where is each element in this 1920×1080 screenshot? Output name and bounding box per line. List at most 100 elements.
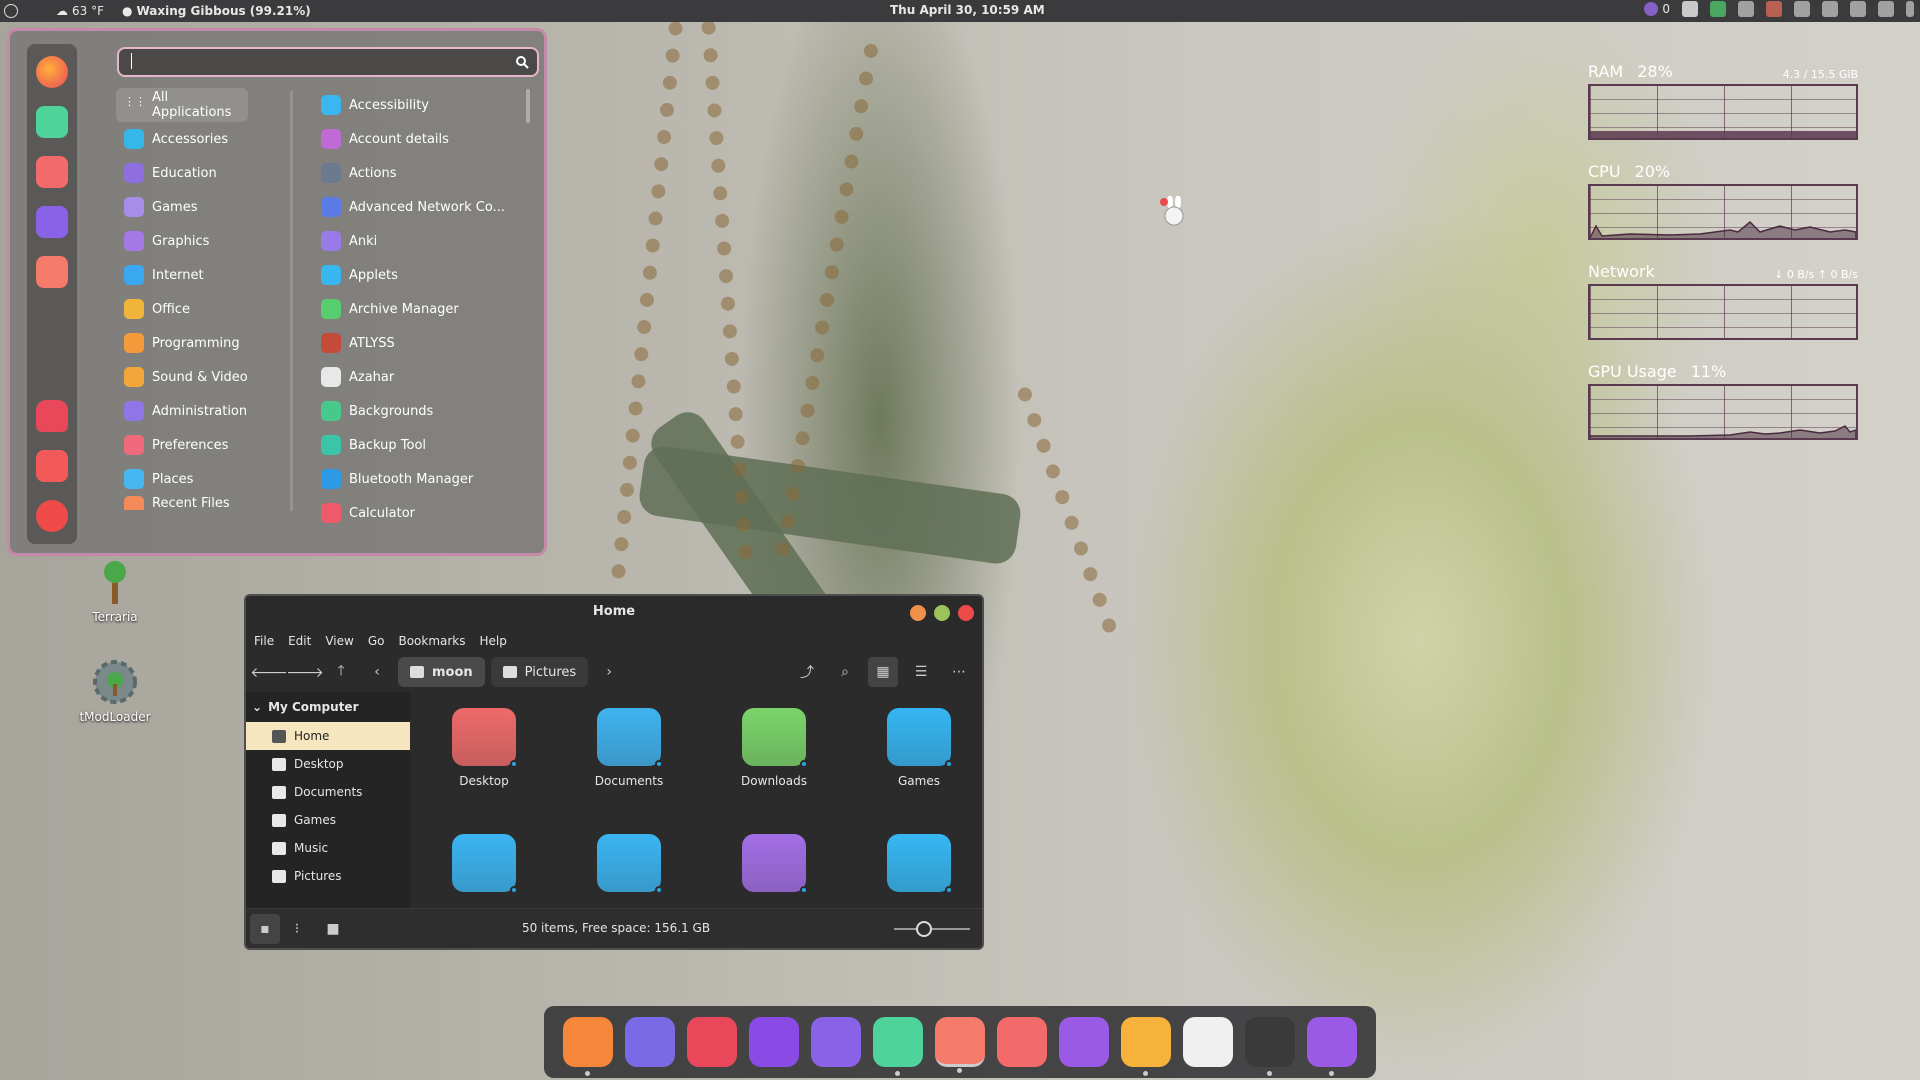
folder-item[interactable]: [569, 834, 689, 900]
category-education[interactable]: Education: [116, 156, 296, 190]
app-item[interactable]: Anki: [313, 224, 513, 258]
sidebar-item-desktop[interactable]: Desktop: [246, 750, 410, 778]
up-icon[interactable]: 🡑: [326, 657, 356, 687]
sidebar-section-my-computer[interactable]: ⌄ My Computer: [246, 692, 410, 722]
category-preferences[interactable]: Preferences: [116, 428, 296, 462]
menu-go[interactable]: Go: [368, 634, 385, 648]
category-places[interactable]: Places: [116, 462, 296, 496]
app-item[interactable]: Calculator: [313, 496, 513, 530]
category-office[interactable]: Office: [116, 292, 296, 326]
zoom-slider[interactable]: [894, 921, 970, 937]
crumb-left-icon[interactable]: ‹: [362, 657, 392, 687]
menu-bookmarks[interactable]: Bookmarks: [398, 634, 465, 648]
list-view-icon[interactable]: ☰: [906, 657, 936, 687]
forward-icon[interactable]: 🡒: [286, 657, 324, 687]
power-icon[interactable]: [36, 500, 68, 532]
folder-item[interactable]: Desktop: [424, 708, 544, 788]
keyboard-icon[interactable]: [1850, 1, 1866, 17]
zoom-slider-knob[interactable]: [916, 921, 932, 937]
category-games[interactable]: Games: [116, 190, 296, 224]
menu-file[interactable]: File: [254, 634, 274, 648]
category-all-applications[interactable]: ⋮⋮ All Applications: [116, 88, 248, 122]
app-item[interactable]: Bluetooth Manager: [313, 462, 513, 496]
dock-store-icon[interactable]: [873, 1017, 923, 1076]
sidebar-item-home[interactable]: Home: [246, 722, 410, 750]
desktop-icon-terraria[interactable]: Terraria: [70, 558, 160, 624]
dock-help-icon[interactable]: [1183, 1017, 1233, 1067]
menu-button[interactable]: [0, 0, 22, 22]
lock-screen-icon[interactable]: [36, 400, 68, 432]
app-item[interactable]: ATLYSS: [313, 326, 513, 360]
folder-item[interactable]: Documents: [569, 708, 689, 788]
notification-applet[interactable]: 0: [1644, 2, 1670, 16]
category-programming[interactable]: Programming: [116, 326, 296, 360]
desktop-icon-tmodloader[interactable]: tModLoader: [70, 658, 160, 724]
app-item[interactable]: Applets: [313, 258, 513, 292]
breadcrumb-moon[interactable]: moon: [398, 657, 485, 687]
maximize-button[interactable]: [934, 605, 950, 621]
dock-system-settings-icon[interactable]: [997, 1017, 1047, 1067]
dock-waveform-icon[interactable]: [1059, 1017, 1109, 1067]
close-button[interactable]: [958, 605, 974, 621]
dock-flathub-icon[interactable]: [687, 1017, 737, 1067]
minimize-button[interactable]: [910, 605, 926, 621]
category-graphics[interactable]: Graphics: [116, 224, 296, 258]
app-item[interactable]: Azahar: [313, 360, 513, 394]
shield-icon[interactable]: [1766, 1, 1782, 17]
volume-icon[interactable]: [1878, 1, 1894, 17]
dock-goose-icon[interactable]: [1245, 1017, 1295, 1076]
breadcrumb-pictures[interactable]: Pictures: [490, 657, 589, 687]
app-list-scrollbar[interactable]: [526, 89, 530, 123]
dock-firefox-icon[interactable]: [563, 1017, 613, 1076]
moon-applet[interactable]: ● Waxing Gibbous (99.21%): [122, 4, 311, 18]
category-administration[interactable]: Administration: [116, 394, 296, 428]
menu-help[interactable]: Help: [480, 634, 507, 648]
dock-draw-icon[interactable]: [1307, 1017, 1357, 1076]
app-item[interactable]: Backup Tool: [313, 428, 513, 462]
logout-icon[interactable]: [36, 450, 68, 482]
terminal-favorite-icon[interactable]: [36, 206, 68, 238]
firefox-favorite-icon[interactable]: [36, 56, 68, 88]
clock[interactable]: Thu April 30, 10:59 AM: [890, 3, 1045, 17]
folder-item[interactable]: [859, 834, 979, 900]
clipboard-icon[interactable]: [1822, 1, 1838, 17]
category-recent-files[interactable]: Recent Files: [116, 496, 296, 510]
menu-search-input[interactable]: [117, 47, 539, 77]
files-favorite-icon[interactable]: [36, 256, 68, 288]
network-icon[interactable]: [1794, 1, 1810, 17]
settings-favorite-icon[interactable]: [36, 156, 68, 188]
compact-view-icon[interactable]: ⋯: [944, 657, 974, 687]
sidebar-item-music[interactable]: Music: [246, 834, 410, 862]
icon-view-icon[interactable]: ▦: [868, 657, 898, 687]
window-titlebar[interactable]: Home: [246, 596, 982, 630]
app-item[interactable]: Archive Manager: [313, 292, 513, 326]
sidebar-item-documents[interactable]: Documents: [246, 778, 410, 806]
dock-app-purple-icon[interactable]: [749, 1017, 799, 1067]
dock-terminal-icon[interactable]: [811, 1017, 861, 1067]
app-item[interactable]: Account details: [313, 122, 513, 156]
crumb-right-icon[interactable]: ›: [594, 657, 624, 687]
battery-icon[interactable]: [1906, 1, 1914, 17]
sidebar-item-games[interactable]: Games: [246, 806, 410, 834]
weather-applet[interactable]: ☁ 63 °F: [56, 4, 104, 18]
dock-discord-icon[interactable]: [625, 1017, 675, 1067]
folder-item[interactable]: Downloads: [714, 708, 834, 788]
app-item[interactable]: Actions: [313, 156, 513, 190]
menu-view[interactable]: View: [325, 634, 353, 648]
menu-edit[interactable]: Edit: [288, 634, 311, 648]
sidebar-item-pictures[interactable]: Pictures: [246, 862, 410, 890]
app-item[interactable]: Backgrounds: [313, 394, 513, 428]
folder-item[interactable]: Games: [859, 708, 979, 788]
updates-tray-icon[interactable]: [1710, 1, 1726, 17]
category-accessories[interactable]: Accessories: [116, 122, 296, 156]
folder-item[interactable]: [424, 834, 544, 900]
bluetooth-icon[interactable]: [1738, 1, 1754, 17]
app-item[interactable]: Accessibility: [313, 88, 513, 122]
discord-tray-icon[interactable]: [1682, 1, 1698, 17]
dock-image-viewer-icon[interactable]: [1121, 1017, 1171, 1076]
dock-files-icon[interactable]: [935, 1017, 985, 1073]
category-internet[interactable]: Internet: [116, 258, 296, 292]
toggle-location-icon[interactable]: ⤴: [792, 657, 822, 687]
software-store-favorite-icon[interactable]: [36, 106, 68, 138]
category-sound-video[interactable]: Sound & Video: [116, 360, 296, 394]
